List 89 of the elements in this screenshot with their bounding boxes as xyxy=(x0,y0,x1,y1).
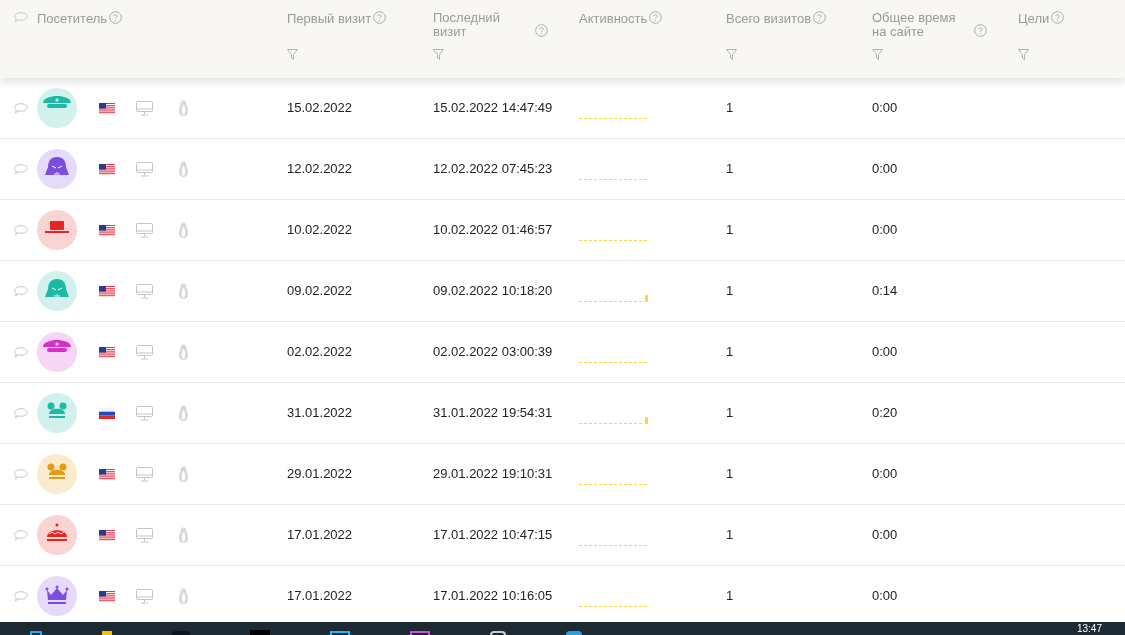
last-visit-datetime: 10.02.2022 01:46:57 xyxy=(433,221,554,240)
column-header[interactable]: Последний визит xyxy=(433,11,533,39)
first-visit-date: 02.02.2022 xyxy=(287,343,354,362)
comment-icon[interactable] xyxy=(14,285,28,297)
help-icon[interactable] xyxy=(974,24,987,37)
time-on-site: 0:00 xyxy=(872,587,899,606)
avatar-icon[interactable] xyxy=(43,340,71,352)
column-header[interactable]: Посетитель xyxy=(37,12,108,26)
time-on-site: 0:00 xyxy=(872,221,899,240)
comment-icon[interactable] xyxy=(14,224,28,236)
first-visit-date: 15.02.2022 xyxy=(287,99,354,118)
visits-count: 1 xyxy=(726,343,735,362)
taskbar-icon[interactable] xyxy=(330,631,350,635)
avatar-icon[interactable] xyxy=(45,279,69,298)
help-icon[interactable] xyxy=(649,11,663,24)
time-on-site: 0:14 xyxy=(872,282,899,301)
desktop-icon xyxy=(136,222,153,238)
first-visit-date: 17.01.2022 xyxy=(287,526,354,545)
last-visit-datetime: 31.01.2022 19:54:31 xyxy=(433,404,554,423)
last-visit-datetime: 02.02.2022 03:00:39 xyxy=(433,343,554,362)
column-header[interactable]: Цели xyxy=(1018,12,1050,26)
comment-icon[interactable] xyxy=(14,590,28,602)
comment-icon[interactable] xyxy=(14,529,28,541)
filter-icon[interactable] xyxy=(872,49,883,60)
visits-count: 1 xyxy=(726,526,735,545)
avatar-icon[interactable] xyxy=(45,157,69,176)
first-visit-date: 10.02.2022 xyxy=(287,221,354,240)
desktop-icon xyxy=(136,161,153,177)
avatar-icon[interactable] xyxy=(47,402,67,418)
last-visit-datetime: 17.01.2022 10:47:15 xyxy=(433,526,554,545)
avatar-icon[interactable] xyxy=(45,585,69,604)
time-on-site: 0:00 xyxy=(872,343,899,362)
avatar-icon[interactable] xyxy=(47,463,67,479)
first-visit-date: 17.01.2022 xyxy=(287,587,354,606)
desktop-icon xyxy=(136,588,153,604)
taskbar-icon[interactable] xyxy=(490,631,506,635)
avatar-icon[interactable] xyxy=(45,221,69,233)
desktop-icon xyxy=(136,283,153,299)
last-visit-datetime: 15.02.2022 14:47:49 xyxy=(433,99,554,118)
help-icon[interactable] xyxy=(373,11,387,24)
last-visit-datetime: 29.01.2022 19:10:31 xyxy=(433,465,554,484)
last-visit-datetime: 09.02.2022 10:18:20 xyxy=(433,282,554,301)
visits-count: 1 xyxy=(726,99,735,118)
time-on-site: 0:00 xyxy=(872,99,899,118)
column-header[interactable]: Активность xyxy=(579,12,648,26)
help-icon[interactable] xyxy=(109,11,123,24)
column-header[interactable]: Первый визит xyxy=(287,12,372,26)
time-on-site: 0:20 xyxy=(872,404,899,423)
comment-icon[interactable] xyxy=(14,12,28,23)
filter-icon[interactable] xyxy=(726,49,737,60)
avatar-icon[interactable] xyxy=(47,523,67,541)
avatar-icon[interactable] xyxy=(43,96,71,108)
comment-icon[interactable] xyxy=(14,163,28,175)
comment-icon[interactable] xyxy=(14,468,28,480)
desktop-icon xyxy=(136,344,153,360)
desktop-icon xyxy=(136,405,153,421)
comment-icon[interactable] xyxy=(14,346,28,358)
first-visit-date: 09.02.2022 xyxy=(287,282,354,301)
taskbar-clock: 13:47 xyxy=(1076,623,1102,634)
column-header[interactable]: Всего визитов xyxy=(726,12,812,26)
help-icon[interactable] xyxy=(535,24,548,37)
filter-icon[interactable] xyxy=(1018,49,1029,60)
time-on-site: 0:00 xyxy=(872,465,899,484)
visits-count: 1 xyxy=(726,587,735,606)
visits-count: 1 xyxy=(726,160,735,179)
desktop-icon xyxy=(136,527,153,543)
first-visit-date: 29.01.2022 xyxy=(287,465,354,484)
filter-icon[interactable] xyxy=(287,49,298,60)
comment-icon[interactable] xyxy=(14,407,28,419)
taskbar-icon[interactable] xyxy=(410,631,430,635)
taskbar-icon[interactable] xyxy=(566,631,582,635)
desktop-icon xyxy=(136,466,153,482)
column-header[interactable]: Общее время на сайте xyxy=(872,11,972,39)
taskbar-icon[interactable] xyxy=(30,631,42,635)
help-icon[interactable] xyxy=(1051,11,1065,24)
time-on-site: 0:00 xyxy=(872,526,899,545)
help-icon[interactable] xyxy=(813,11,827,24)
visits-count: 1 xyxy=(726,282,735,301)
comment-icon[interactable] xyxy=(14,102,28,114)
visits-count: 1 xyxy=(726,465,735,484)
last-visit-datetime: 17.01.2022 10:16:05 xyxy=(433,587,554,606)
visits-count: 1 xyxy=(726,404,735,423)
last-visit-datetime: 12.02.2022 07:45:23 xyxy=(433,160,554,179)
filter-icon[interactable] xyxy=(433,49,444,60)
visits-count: 1 xyxy=(726,221,735,240)
desktop-icon xyxy=(136,100,153,116)
first-visit-date: 31.01.2022 xyxy=(287,404,354,423)
time-on-site: 0:00 xyxy=(872,160,899,179)
first-visit-date: 12.02.2022 xyxy=(287,160,354,179)
